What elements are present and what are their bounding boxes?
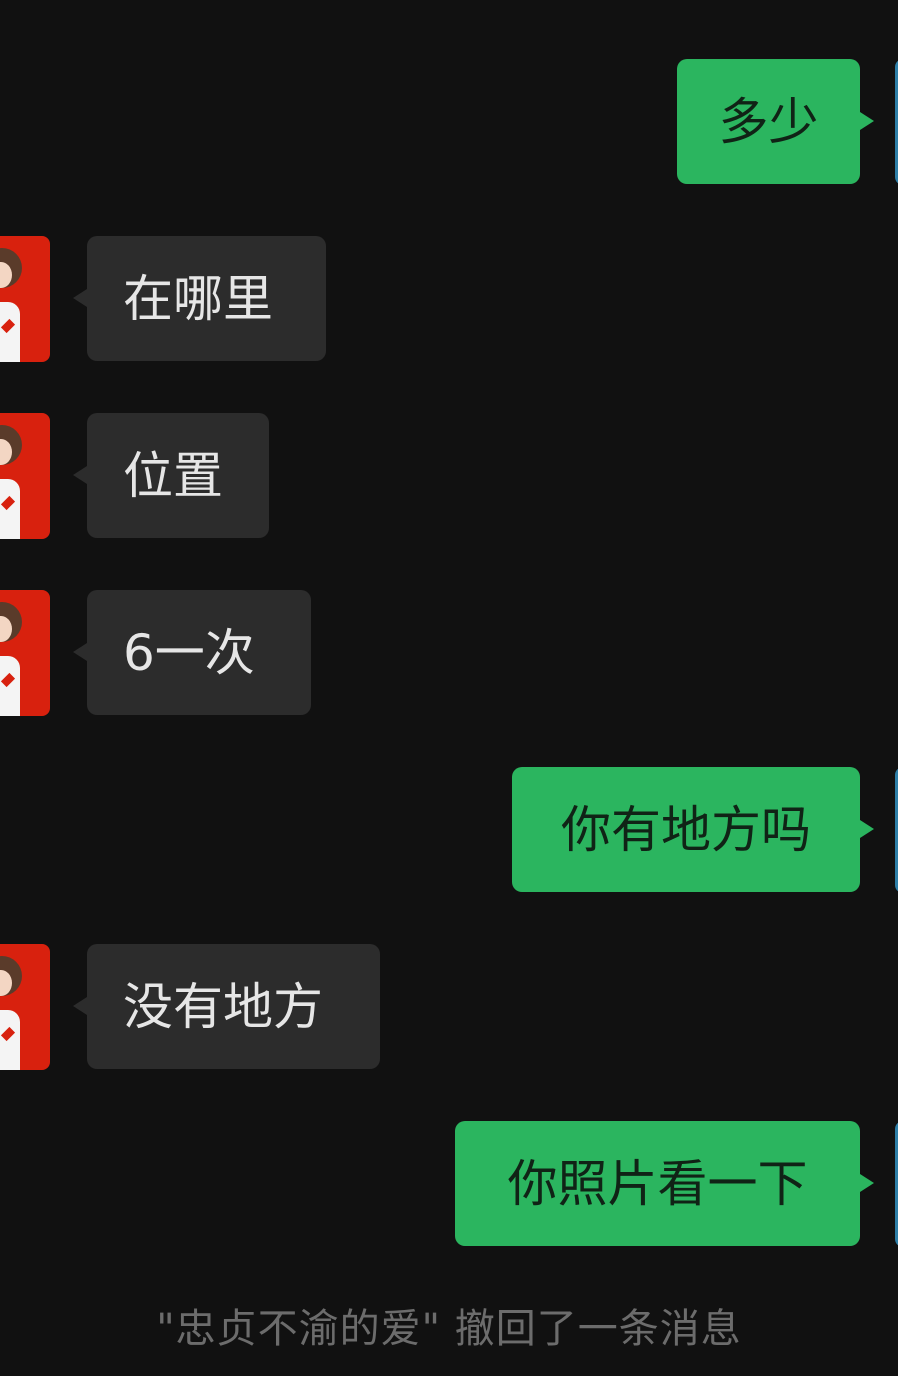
message-bubble-incoming[interactable]: 位置: [87, 413, 269, 538]
message-bubble-incoming[interactable]: 没有地方: [87, 944, 380, 1069]
bubble-tail: [860, 112, 874, 130]
bubble-tail: [73, 643, 87, 661]
message-text: 你有地方吗: [561, 800, 811, 859]
message-text: 没有地方: [123, 977, 323, 1036]
contact-avatar[interactable]: [0, 944, 50, 1070]
message-bubble-incoming[interactable]: 在哪里: [87, 236, 326, 361]
bubble-tail: [860, 820, 874, 838]
bubble-tail: [73, 466, 87, 484]
message-text: 6一次: [123, 623, 255, 682]
recall-notice: "忠贞不渝的爱" 撤回了一条消息: [156, 1306, 742, 1352]
contact-avatar[interactable]: [0, 413, 50, 539]
message-bubble-outgoing[interactable]: 你有地方吗: [512, 767, 860, 892]
bubble-tail: [73, 997, 87, 1015]
message-text: 你照片看一下: [507, 1154, 808, 1213]
message-bubble-outgoing[interactable]: 多少: [677, 59, 860, 184]
contact-avatar[interactable]: [0, 236, 50, 362]
message-bubble-outgoing[interactable]: 你照片看一下: [455, 1121, 860, 1246]
message-text: 在哪里: [123, 269, 273, 328]
message-text: 位置: [123, 446, 223, 505]
bubble-tail: [73, 289, 87, 307]
message-text: 多少: [718, 92, 819, 151]
chat-area[interactable]: 多少 在哪里 位置 6一次 你有地方吗 没有地方 你照片看一下 "忠贞不渝的爱"…: [0, 0, 898, 1376]
contact-avatar[interactable]: [0, 590, 50, 716]
message-bubble-incoming[interactable]: 6一次: [87, 590, 311, 715]
bubble-tail: [860, 1174, 874, 1192]
